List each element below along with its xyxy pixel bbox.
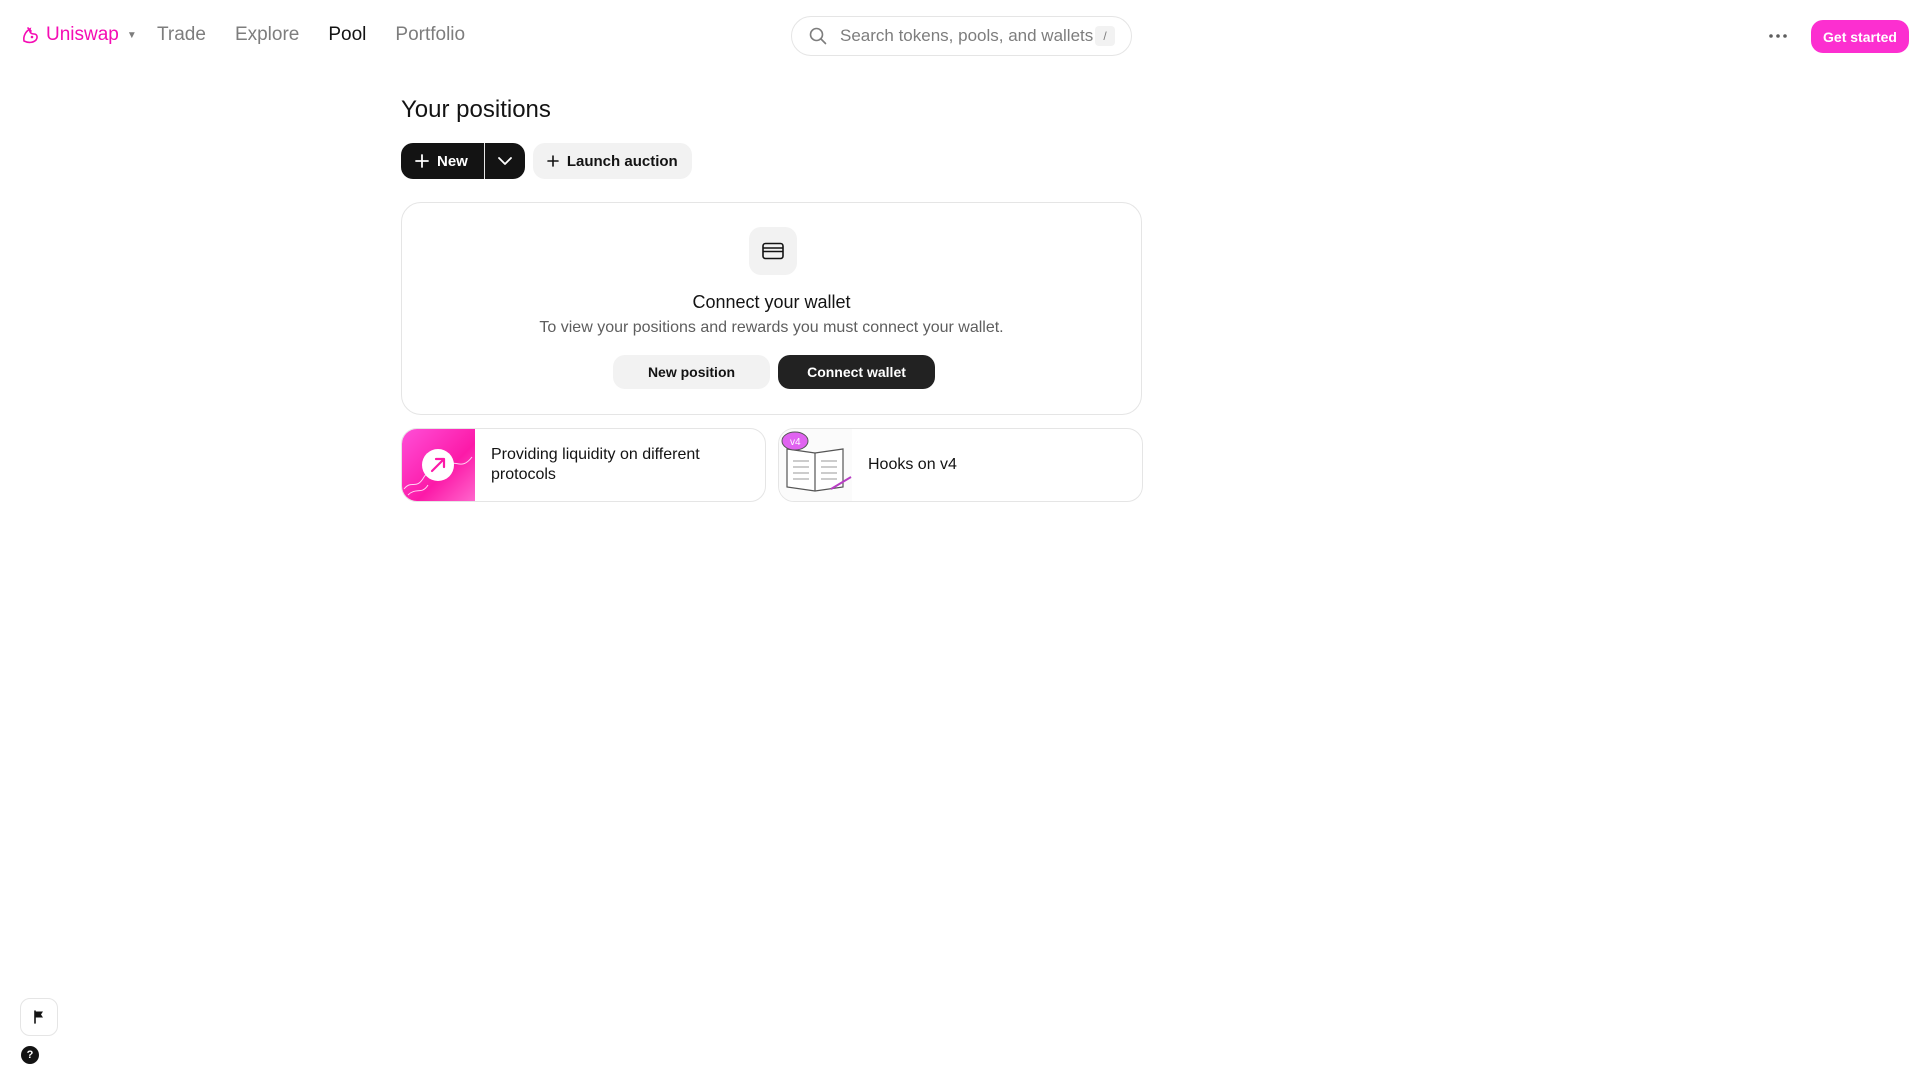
wallet-card-actions: New position Connect wallet — [613, 355, 935, 389]
plus-icon — [547, 155, 559, 167]
nav-link-portfolio[interactable]: Portfolio — [395, 24, 465, 46]
caret-down-icon: ▼ — [126, 29, 137, 41]
v4-book-thumb: v4 — [779, 429, 852, 501]
connect-wallet-button[interactable]: Connect wallet — [778, 355, 935, 389]
v4-badge-text: v4 — [790, 437, 801, 448]
chevron-down-icon — [497, 157, 512, 165]
search-placeholder: Search tokens, pools, and wallets — [840, 26, 1094, 45]
learn-cards: Providing liquidity on different protoco… — [401, 428, 1143, 502]
search-bar[interactable]: Search tokens, pools, and wallets / — [791, 16, 1132, 56]
connect-wallet-card: Connect your wallet To view your positio… — [401, 202, 1142, 415]
uniswap-logo-icon — [20, 25, 40, 45]
plus-icon — [415, 154, 429, 168]
more-options-button[interactable] — [1765, 24, 1791, 48]
wallet-icon — [762, 242, 784, 260]
new-dropdown-button[interactable] — [485, 143, 525, 179]
split-divider — [483, 143, 485, 179]
get-started-button[interactable]: Get started — [1811, 20, 1909, 53]
liquidity-arrow-thumb — [402, 429, 475, 501]
new-position-button[interactable]: New — [401, 143, 484, 179]
help-button[interactable]: ? — [21, 1046, 39, 1064]
wallet-icon-container — [749, 227, 797, 275]
connect-wallet-title: Connect your wallet — [692, 292, 851, 312]
positions-section: Your positions New Launch auction Connec… — [401, 96, 1143, 502]
new-split-button: New — [401, 143, 525, 179]
connect-wallet-description: To view your positions and rewards you m… — [539, 319, 1004, 336]
brand-name: Uniswap — [46, 24, 119, 45]
nav-links: Trade Explore Pool Portfolio — [157, 24, 465, 46]
launch-auction-button[interactable]: Launch auction — [532, 143, 692, 179]
feature-flags-button[interactable] — [20, 998, 58, 1036]
search-icon — [809, 27, 827, 45]
learn-card-label: Hooks on v4 — [868, 456, 957, 473]
learn-card-hooks[interactable]: v4 Hooks on v4 — [778, 428, 1143, 502]
new-button-label: New — [437, 152, 468, 170]
nav-link-trade[interactable]: Trade — [157, 24, 206, 46]
page-title: Your positions — [401, 96, 551, 123]
flag-icon — [34, 1010, 43, 1024]
more-horizontal-icon — [1769, 34, 1787, 38]
learn-card-liquidity[interactable]: Providing liquidity on different protoco… — [401, 428, 766, 502]
learn-card-label: Providing liquidity on different protoco… — [491, 446, 700, 483]
brand-menu[interactable]: Uniswap ▼ — [20, 24, 137, 46]
search-shortcut-key: / — [1095, 26, 1115, 46]
launch-auction-label: Launch auction — [566, 152, 678, 170]
nav-link-pool[interactable]: Pool — [328, 24, 366, 46]
position-actions: New Launch auction — [401, 143, 692, 179]
nav-link-explore[interactable]: Explore — [235, 24, 299, 46]
new-position-card-button[interactable]: New position — [613, 355, 770, 389]
top-nav: Uniswap ▼ Trade Explore Pool Portfolio S… — [0, 0, 1920, 72]
